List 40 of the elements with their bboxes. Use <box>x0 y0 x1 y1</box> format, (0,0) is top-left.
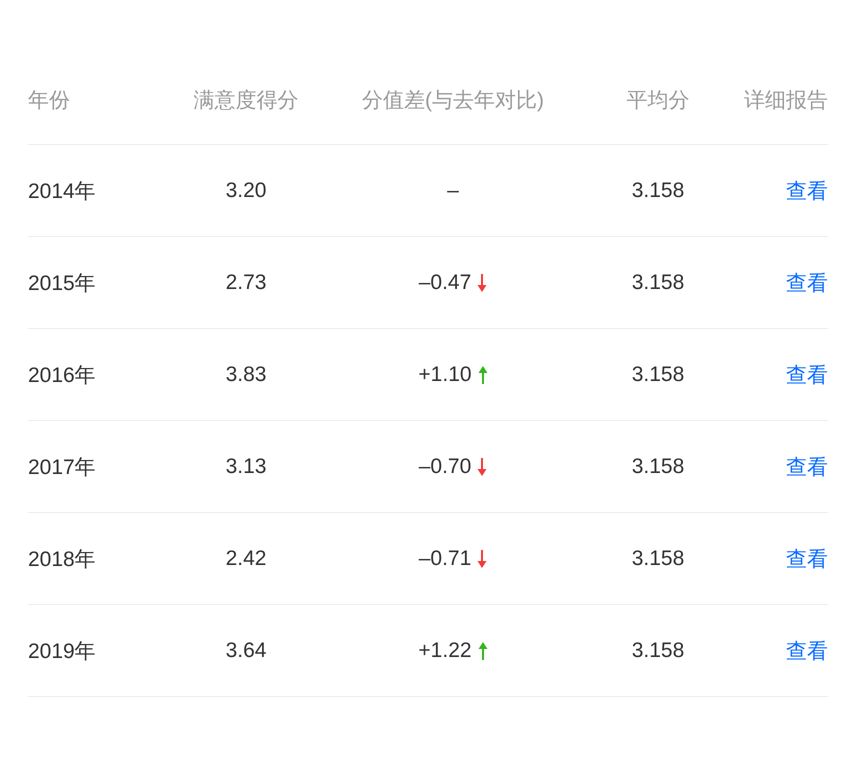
difference-cell: –0.47 <box>418 270 472 294</box>
year-cell-text: 2019年 <box>28 638 96 664</box>
year-cell-text: 2015年 <box>28 270 96 296</box>
score-cell: 3.13 <box>226 454 266 478</box>
view-link[interactable]: 查看 <box>786 544 828 572</box>
average-cell: 3.158 <box>632 454 684 478</box>
year-cell-text: 2014年 <box>28 178 96 204</box>
score-cell: 3.83 <box>226 362 266 386</box>
column-header: 满意度得分 <box>194 88 298 114</box>
view-link[interactable]: 查看 <box>786 176 828 204</box>
column-header: 分值差(与去年对比) <box>362 88 544 114</box>
average-cell: 3.158 <box>632 546 684 570</box>
view-link[interactable]: 查看 <box>786 360 828 388</box>
year-cell-text: 2016年 <box>28 362 96 388</box>
down-arrow-icon <box>477 456 488 476</box>
average-cell: 3.158 <box>632 178 684 202</box>
average-cell: 3.158 <box>632 638 684 662</box>
up-arrow-icon <box>478 364 488 384</box>
column-header: 平均分 <box>626 88 690 114</box>
score-cell: 2.73 <box>226 270 266 294</box>
down-arrow-icon <box>477 548 488 568</box>
difference-cell: –0.71 <box>418 546 472 570</box>
column-header: 年份 <box>28 88 70 114</box>
average-cell: 3.158 <box>632 362 684 386</box>
down-arrow-icon <box>477 272 488 292</box>
column-header: 详细报告 <box>744 88 828 114</box>
difference-cell: – <box>447 178 459 202</box>
up-arrow-icon <box>478 640 488 660</box>
score-cell: 3.64 <box>226 638 266 662</box>
view-link[interactable]: 查看 <box>786 268 828 296</box>
year-cell-text: 2017年 <box>28 454 96 480</box>
difference-cell: +1.10 <box>418 362 472 386</box>
year-cell-text: 2018年 <box>28 546 96 572</box>
score-cell: 3.20 <box>226 178 266 202</box>
average-cell: 3.158 <box>632 270 684 294</box>
score-cell: 2.42 <box>226 546 266 570</box>
difference-cell: +1.22 <box>418 638 472 662</box>
view-link[interactable]: 查看 <box>786 452 828 480</box>
difference-cell: –0.70 <box>418 454 472 478</box>
view-link[interactable]: 查看 <box>786 636 828 664</box>
